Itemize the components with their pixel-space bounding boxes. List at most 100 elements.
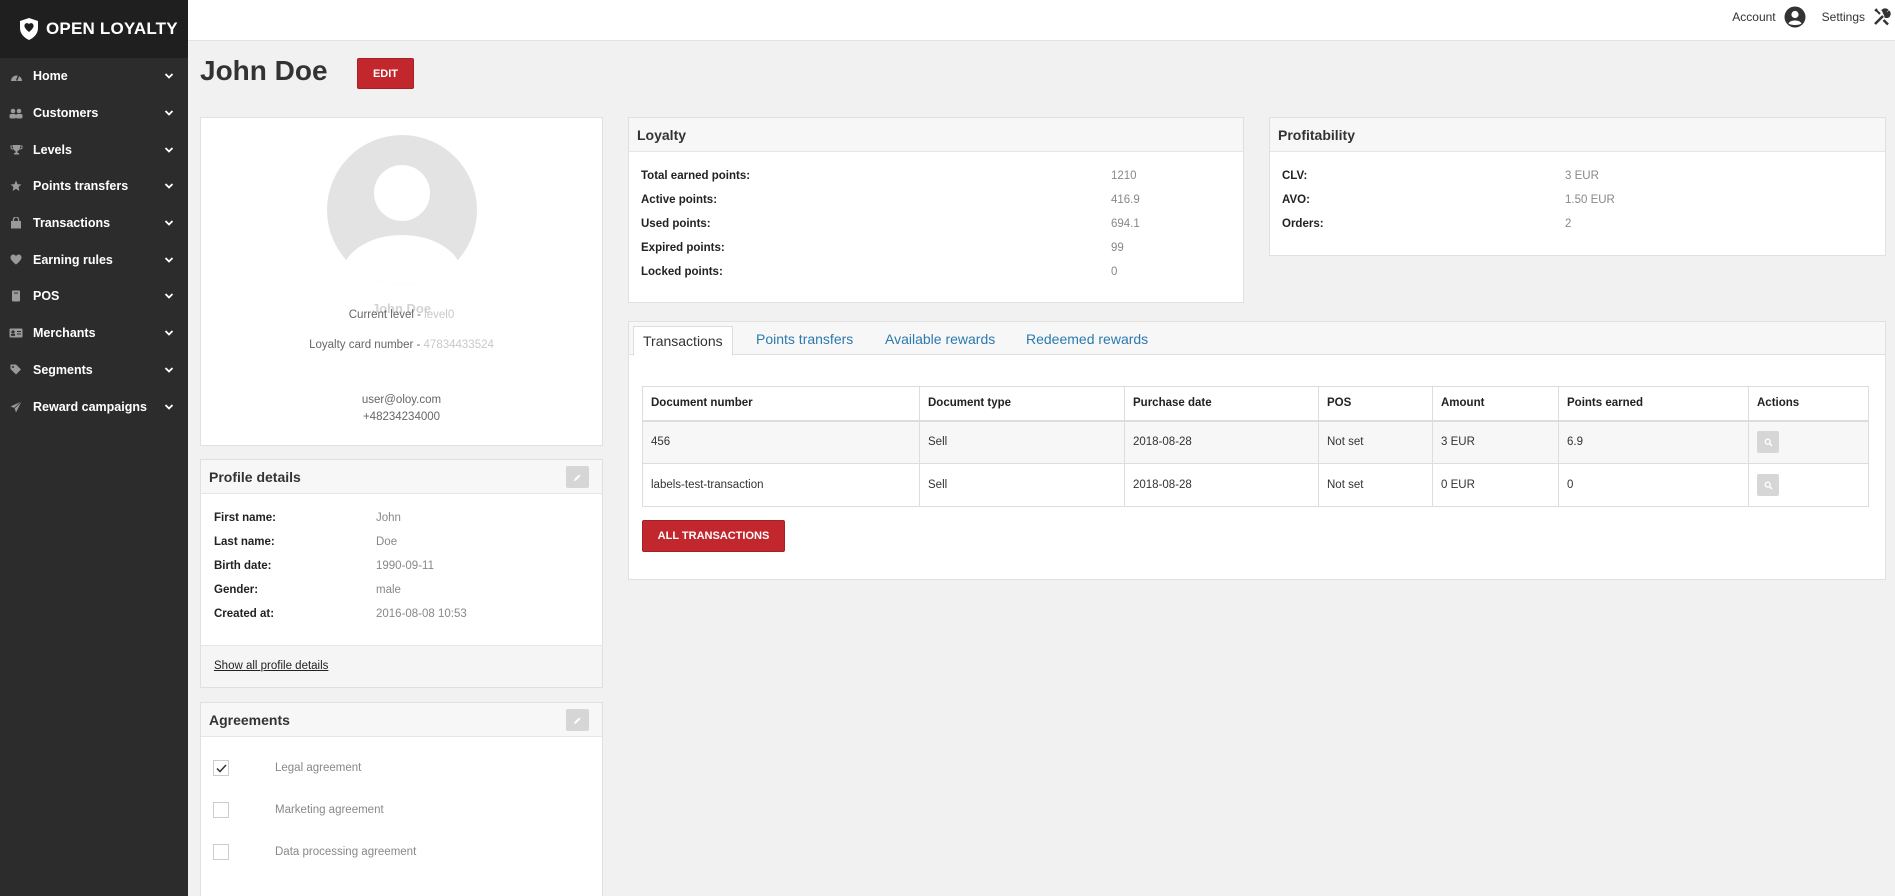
column-header: Actions: [1748, 386, 1869, 422]
profile-details-title: Profile details: [209, 468, 301, 485]
profitability-label: Orders:: [1282, 218, 1324, 230]
current-level-value: level0: [424, 309, 455, 321]
checkmark-icon: [215, 763, 227, 773]
search-icon: [1764, 481, 1772, 489]
chevron-down-icon: [164, 257, 174, 263]
edit-profile-details-button[interactable]: [566, 466, 589, 488]
all-transactions-button[interactable]: ALL TRANSACTIONS: [642, 520, 785, 552]
sidebar-item-label: Earning rules: [33, 252, 113, 267]
loyalty-value: 694.1: [1111, 218, 1140, 230]
profitability-label: CLV:: [1282, 170, 1308, 182]
loyalty-card-number: Loyalty card number - 47834433524: [201, 339, 602, 351]
sidebar-item-label: Segments: [33, 362, 93, 377]
settings-link[interactable]: Settings: [1822, 8, 1891, 26]
sidebar-item-points-transfers[interactable]: Points transfers: [0, 168, 188, 205]
profile-email: user@oloy.com: [361, 394, 442, 406]
dashboard-icon: [9, 69, 23, 83]
table-cell: Sell: [919, 463, 1125, 507]
profile-card: John Doe Current level - level0 Loyalty …: [200, 117, 603, 446]
loyalty-panel: Loyalty Total earned points: 1210 Active …: [628, 117, 1244, 303]
edit-agreements-button[interactable]: [566, 709, 589, 731]
column-header: Document number: [642, 386, 920, 422]
agreements-header: Agreements: [201, 703, 602, 737]
profitability-value: 3 EUR: [1565, 170, 1599, 182]
tab-available-rewards[interactable]: Available rewards: [885, 322, 995, 356]
sidebar-item-label: Transactions: [33, 216, 111, 231]
table-cell: Sell: [919, 420, 1125, 464]
brand-name: OPEN LOYALTY: [46, 19, 178, 38]
table-cell: Not set: [1318, 463, 1433, 507]
agreement-label: Legal agreement: [275, 762, 362, 774]
sidebar-item-earning-rules[interactable]: Earning rules: [0, 241, 188, 278]
agreements-title: Agreements: [209, 711, 290, 728]
table-row: 456 Sell 2018-08-28 Not set 3 EUR 6.9: [642, 420, 1869, 464]
sidebar-item-reward-campaigns[interactable]: Reward campaigns: [0, 388, 188, 425]
edit-button[interactable]: EDIT: [357, 58, 414, 89]
chevron-down-icon: [164, 147, 174, 153]
table-header-row: Document number Document type Purchase d…: [642, 386, 1869, 422]
loyalty-header: Loyalty: [629, 118, 1243, 152]
table-cell: 0 EUR: [1432, 463, 1559, 507]
detail-value: 1990-09-11: [376, 560, 434, 572]
sidebar-item-label: Merchants: [33, 326, 96, 341]
page-title: John Doe: [200, 55, 328, 86]
sidebar-item-label: Levels: [33, 142, 72, 157]
pencil-icon: [574, 717, 581, 724]
legal-agreement-checkbox[interactable]: [213, 760, 229, 776]
account-link[interactable]: Account: [1732, 6, 1806, 28]
marketing-agreement-checkbox[interactable]: [213, 802, 229, 818]
loyalty-label: Used points:: [641, 218, 711, 230]
profile-details-panel: Profile details First name: John Last nam…: [200, 459, 603, 688]
tab-bar: Transactions Points transfers Available …: [629, 322, 1885, 356]
loyalty-label: Total earned points:: [641, 170, 751, 182]
brand[interactable]: OPEN LOYALTY: [0, 0, 188, 58]
profitability-label: AVO:: [1282, 194, 1310, 206]
chevron-down-icon: [164, 73, 174, 80]
sidebar-item-pos[interactable]: POS: [0, 278, 188, 315]
sidebar-item-home[interactable]: Home: [0, 58, 188, 95]
column-header: Purchase date: [1124, 386, 1319, 422]
column-header: Amount: [1432, 386, 1559, 422]
column-header: Document type: [919, 386, 1125, 422]
loyalty-label: Expired points:: [641, 242, 725, 254]
profile-details-header: Profile details: [201, 460, 602, 494]
table-cell: 6.9: [1558, 420, 1749, 464]
profile-details-footer: Show all profile details: [201, 645, 602, 687]
book-icon: [9, 289, 23, 303]
users-icon: [9, 106, 23, 120]
agreement-marketing: Marketing agreement: [213, 802, 384, 818]
sidebar-item-label: Home: [33, 69, 68, 84]
show-all-profile-details-link[interactable]: Show all profile details: [214, 660, 328, 672]
chevron-down-icon: [164, 403, 174, 410]
id-card-icon: [9, 326, 23, 340]
chevron-down-icon: [164, 110, 174, 116]
table-cell-actions: [1748, 420, 1869, 464]
tab-redeemed-rewards[interactable]: Redeemed rewards: [1026, 322, 1148, 356]
tools-icon: [1874, 8, 1891, 26]
sidebar-item-label: POS: [33, 289, 60, 304]
view-transaction-button[interactable]: [1757, 431, 1779, 454]
sidebar-item-levels[interactable]: Levels: [0, 131, 188, 168]
agreement-label: Marketing agreement: [275, 804, 384, 816]
sidebar-item-customers[interactable]: Customers: [0, 95, 188, 132]
transactions-table: Document number Document type Purchase d…: [642, 386, 1869, 507]
agreement-legal: Legal agreement: [213, 760, 361, 776]
sidebar-item-label: Points transfers: [33, 179, 129, 194]
current-level: Current level - level0: [201, 309, 602, 321]
data-processing-agreement-checkbox[interactable]: [213, 844, 229, 860]
sidebar-item-merchants[interactable]: Merchants: [0, 315, 188, 352]
profile-phone: +48234234000: [362, 411, 441, 423]
detail-value: Doe: [376, 536, 398, 548]
detail-row-created-at: Created at: 2016-08-08 10:53: [214, 608, 467, 620]
tab-points-transfers[interactable]: Points transfers: [756, 322, 853, 356]
detail-label: First name:: [214, 512, 276, 524]
view-transaction-button[interactable]: [1757, 474, 1779, 496]
chevron-down-icon: [164, 367, 174, 373]
sidebar-item-segments[interactable]: Segments: [0, 352, 188, 389]
profitability-value: 2: [1565, 218, 1572, 230]
detail-row-gender: Gender: male: [214, 584, 401, 596]
profitability-panel: Profitability CLV: 3 EUR AVO: 1.50 EUR Ord…: [1269, 117, 1886, 256]
table-cell-actions: [1748, 463, 1869, 507]
sidebar-item-transactions[interactable]: Transactions: [0, 205, 188, 242]
tab-transactions[interactable]: Transactions: [633, 326, 733, 356]
